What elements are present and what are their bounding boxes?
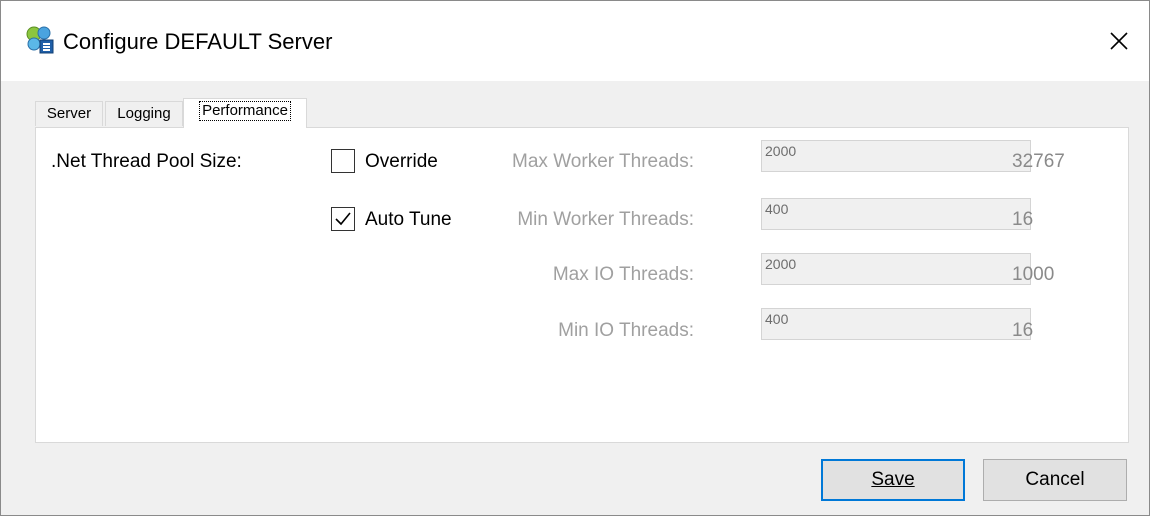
close-icon (1110, 32, 1128, 50)
close-button[interactable] (1101, 23, 1137, 59)
max-worker-threads-limit: 32767 (1012, 151, 1065, 172)
max-worker-threads-label: Max Worker Threads: (512, 151, 694, 172)
save-button[interactable]: Save (821, 459, 965, 501)
override-checkbox[interactable] (331, 149, 355, 173)
min-io-threads-limit: 16 (1012, 320, 1034, 341)
min-io-threads-field[interactable] (761, 308, 1031, 340)
override-label: Override (365, 151, 438, 172)
window-title: Configure DEFAULT Server (63, 29, 333, 54)
auto-tune-checkbox[interactable] (331, 207, 355, 231)
thread-pool-size-label: .Net Thread Pool Size: (51, 151, 242, 172)
cancel-button-label: Cancel (1025, 469, 1085, 490)
min-io-threads-label: Min IO Threads: (558, 320, 694, 341)
min-worker-threads-field[interactable] (761, 198, 1031, 230)
tab-performance[interactable]: Performance (183, 98, 307, 128)
min-worker-threads-label: Min Worker Threads: (517, 209, 694, 230)
tab-server-label: Server (46, 105, 92, 122)
title-bar: Configure DEFAULT Server (1, 1, 1149, 81)
tab-logging[interactable]: Logging (105, 101, 183, 126)
min-worker-threads-limit: 16 (1012, 209, 1034, 230)
tab-logging-label: Logging (117, 105, 171, 122)
max-io-threads-field[interactable] (761, 253, 1031, 285)
configure-server-dialog: Configure DEFAULT Server Server Logging … (0, 0, 1150, 516)
checkmark-icon (335, 212, 351, 226)
save-button-label: Save (871, 469, 915, 490)
server-app-icon (25, 25, 55, 55)
max-io-threads-limit: 1000 (1012, 264, 1055, 285)
max-worker-threads-field[interactable] (761, 140, 1031, 172)
auto-tune-label: Auto Tune (365, 209, 452, 230)
cancel-button[interactable]: Cancel (983, 459, 1127, 501)
tab-server[interactable]: Server (35, 101, 103, 126)
tab-performance-label: Performance (199, 101, 291, 121)
max-io-threads-label: Max IO Threads: (552, 264, 694, 285)
